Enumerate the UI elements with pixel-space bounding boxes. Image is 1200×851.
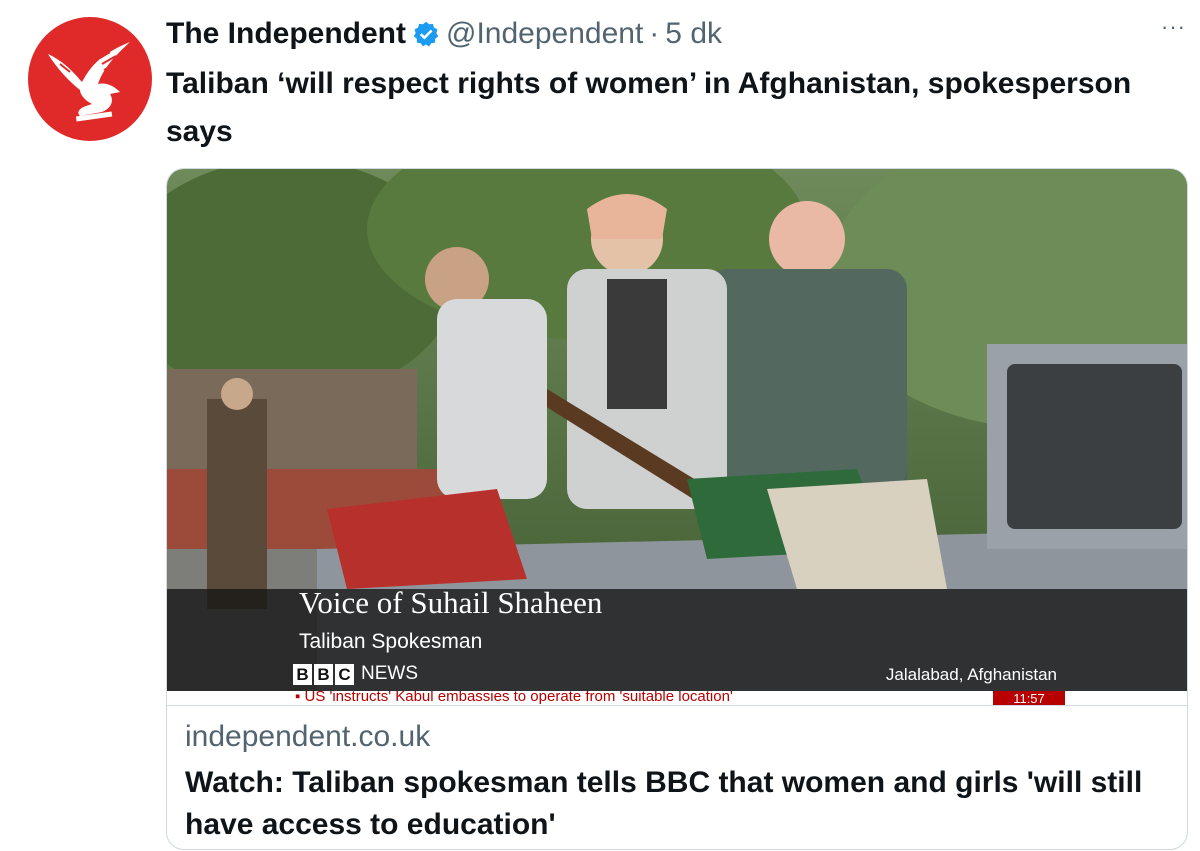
lower-third-name: Voice of Suhail Shaheen [299,585,603,620]
card-footer[interactable]: independent.co.uk Watch: Taliban spokesm… [167,705,1187,849]
video-thumbnail[interactable]: Voice of Suhail Shaheen Taliban Spokesma… [167,169,1187,705]
link-card[interactable]: Voice of Suhail Shaheen Taliban Spokesma… [166,168,1188,850]
author-name[interactable]: The Independent [166,17,406,51]
bbc-news-logo: B B C NEWS [293,663,418,685]
verified-badge-icon [412,20,440,48]
bbc-letter: B [293,663,312,685]
more-options-icon[interactable]: ··· [1161,14,1186,40]
eagle-logo-icon [48,42,130,122]
tweet-timestamp[interactable]: 5 dk [665,17,722,51]
avatar[interactable] [28,17,152,141]
news-ticker: ▪ US 'instructs' Kabul embassies to oper… [167,691,1187,705]
news-footage-image [167,169,1187,705]
ticker-time: 11:57 [993,691,1065,705]
bbc-letter: C [335,663,354,685]
author-handle[interactable]: @Independent [446,17,643,51]
ticker-text: ▪ US 'instructs' Kabul embassies to oper… [295,691,733,705]
tweet-text: Taliban ‘will respect rights of women’ i… [166,67,1132,148]
lower-third-role: Taliban Spokesman [299,630,483,653]
location-caption: Jalalabad, Afghanistan [885,665,1057,684]
card-title[interactable]: Watch: Taliban spokesman tells BBC that … [185,762,1165,846]
card-domain[interactable]: independent.co.uk [185,720,430,754]
separator-dot: · [649,17,660,50]
bbc-news-text: NEWS [361,663,418,684]
tweet-header: The Independent @Independent · 5 dk [166,14,1180,54]
bbc-letter: B [314,663,333,685]
